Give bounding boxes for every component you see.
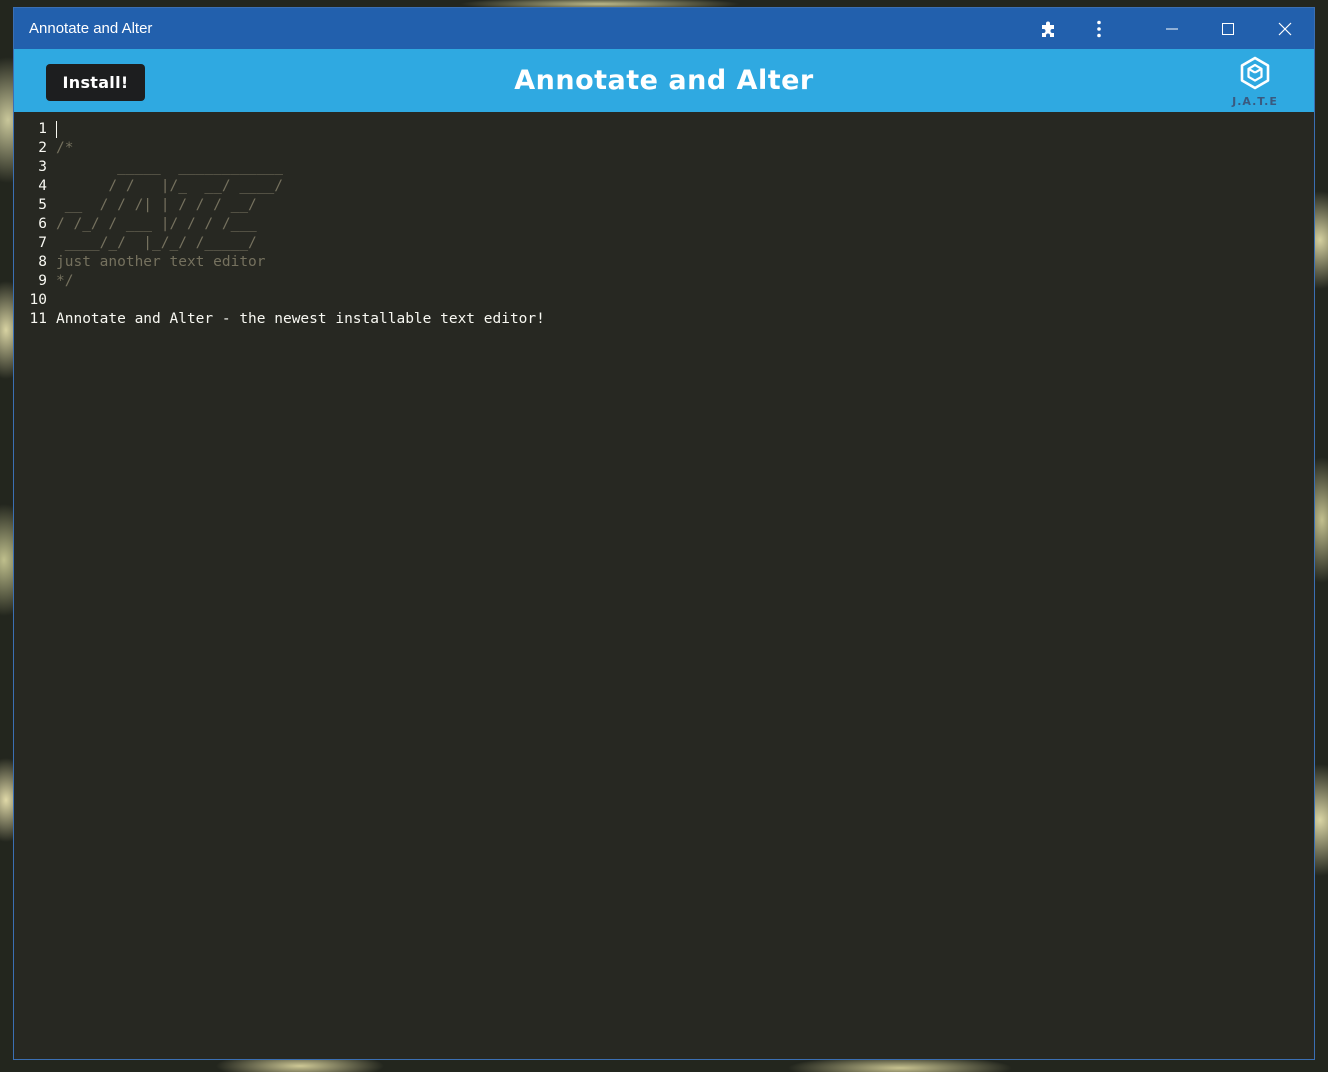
line-text[interactable]: ____/_/ |_/_/ /_____/ bbox=[56, 234, 257, 253]
editor-line[interactable]: 1 bbox=[14, 120, 1314, 139]
close-icon bbox=[1278, 22, 1292, 36]
line-text[interactable]: just another text editor bbox=[56, 253, 266, 272]
editor-line[interactable]: 2 /* bbox=[14, 139, 1314, 158]
title-bar-controls bbox=[1024, 8, 1314, 49]
editor-line[interactable]: 4 / / |/_ __/ ____/ bbox=[14, 177, 1314, 196]
editor-line[interactable]: 11 Annotate and Alter - the newest insta… bbox=[14, 310, 1314, 329]
editor-line[interactable]: 10 bbox=[14, 291, 1314, 310]
line-text[interactable]: / / |/_ __/ ____/ bbox=[56, 177, 283, 196]
editor-line[interactable]: 6 / /_/ / ___ |/ / / /___ bbox=[14, 215, 1314, 234]
line-text[interactable]: / /_/ / ___ |/ / / /___ bbox=[56, 215, 257, 234]
line-number: 8 bbox=[38, 254, 47, 270]
editor-line[interactable]: 7 ____/_/ |_/_/ /_____/ bbox=[14, 234, 1314, 253]
editor-line[interactable]: 5 __ / / /| | / / / __/ bbox=[14, 196, 1314, 215]
line-number: 5 bbox=[38, 197, 47, 213]
line-text[interactable]: */ bbox=[56, 272, 73, 291]
editor-lines[interactable]: 1 2 /* 3 _____ ____________ 4 / / |/_ __… bbox=[14, 120, 1314, 329]
close-button[interactable] bbox=[1256, 8, 1314, 49]
puzzle-icon bbox=[1039, 19, 1059, 39]
browser-menu-button[interactable] bbox=[1074, 8, 1124, 49]
jate-logo: J.A.T.E bbox=[1227, 55, 1283, 108]
minimize-button[interactable] bbox=[1144, 8, 1200, 49]
title-bar[interactable]: Annotate and Alter bbox=[14, 8, 1314, 49]
line-text[interactable]: /* bbox=[56, 139, 73, 158]
editor-line[interactable]: 3 _____ ____________ bbox=[14, 158, 1314, 177]
editor-line[interactable]: 9 */ bbox=[14, 272, 1314, 291]
app-window: Annotate and Alter Install! Annotate and… bbox=[14, 8, 1314, 1059]
jate-logo-icon bbox=[1237, 56, 1273, 95]
extensions-button[interactable] bbox=[1024, 8, 1074, 49]
logo-text: J.A.T.E bbox=[1232, 95, 1278, 108]
line-number: 4 bbox=[38, 178, 47, 194]
line-text[interactable]: Annotate and Alter - the newest installa… bbox=[56, 310, 545, 329]
code-editor[interactable]: 1 2 /* 3 _____ ____________ 4 / / |/_ __… bbox=[14, 112, 1314, 1059]
line-number: 7 bbox=[38, 235, 47, 251]
line-number: 2 bbox=[38, 140, 47, 156]
line-number: 11 bbox=[29, 311, 47, 327]
window-title: Annotate and Alter bbox=[29, 20, 153, 37]
more-vert-icon bbox=[1096, 20, 1102, 38]
minimize-icon bbox=[1165, 22, 1179, 36]
line-text[interactable]: __ / / /| | / / / __/ bbox=[56, 196, 257, 215]
editor-line[interactable]: 8 just another text editor bbox=[14, 253, 1314, 272]
line-number: 10 bbox=[29, 292, 47, 308]
line-text[interactable]: _____ ____________ bbox=[56, 158, 283, 177]
maximize-icon bbox=[1221, 22, 1235, 36]
line-number: 9 bbox=[38, 273, 47, 289]
text-cursor bbox=[56, 121, 57, 138]
line-number: 3 bbox=[38, 159, 47, 175]
maximize-button[interactable] bbox=[1200, 8, 1256, 49]
line-number: 6 bbox=[38, 216, 47, 232]
page-title: Annotate and Alter bbox=[514, 65, 814, 96]
app-header: Install! Annotate and Alter J.A.T.E bbox=[14, 49, 1314, 112]
line-number: 1 bbox=[38, 121, 47, 137]
